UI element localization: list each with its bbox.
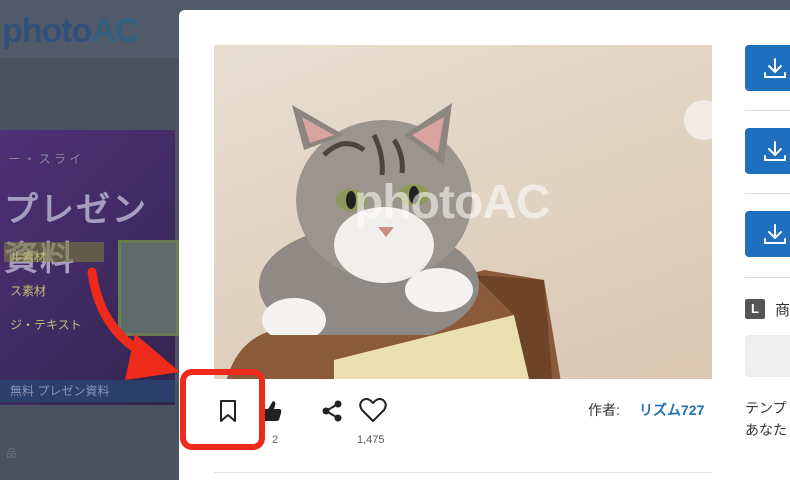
banner-feature-list: ル素材 ス素材 ジ・テキスト — [10, 250, 82, 332]
download-button-1[interactable] — [745, 45, 790, 91]
description-text: テンプ あなた — [745, 400, 787, 438]
license-badge: L — [745, 299, 765, 319]
divider — [745, 277, 790, 278]
divider — [745, 193, 790, 194]
banner-subtitle: ー ・ ス ラ イ — [8, 152, 82, 166]
heart-icon — [359, 398, 387, 422]
download-icon — [764, 141, 786, 161]
share-button[interactable] — [318, 397, 346, 425]
like-count: 2 — [272, 434, 279, 446]
divider — [214, 472, 712, 473]
share-icon — [322, 400, 342, 422]
info-panel[interactable] — [745, 335, 790, 377]
photo-action-bar: 2 1,475 作者: リズム727 — [214, 392, 712, 452]
divider — [745, 110, 790, 111]
download-button-3[interactable] — [745, 211, 790, 257]
annotation-highlight-box — [180, 369, 265, 450]
favorite-count: 1,475 — [357, 434, 385, 446]
background-bottom-text: 品 — [6, 448, 17, 460]
author-label: 作者: — [588, 402, 620, 418]
favorite-button[interactable] — [358, 396, 388, 424]
license-text: 商 — [775, 302, 790, 319]
download-button-2[interactable] — [745, 128, 790, 174]
author-link[interactable]: リズム727 — [639, 400, 704, 420]
photo-watermark: photoAC — [354, 176, 551, 229]
photo-preview[interactable]: photoAC — [214, 45, 712, 379]
site-logo: photoAC — [2, 12, 140, 50]
photo-detail-modal: photoAC 2 1,475 作者: リズム727 L 商 テンプ あなた — [179, 10, 790, 480]
download-icon — [764, 58, 786, 78]
download-icon — [764, 224, 786, 244]
